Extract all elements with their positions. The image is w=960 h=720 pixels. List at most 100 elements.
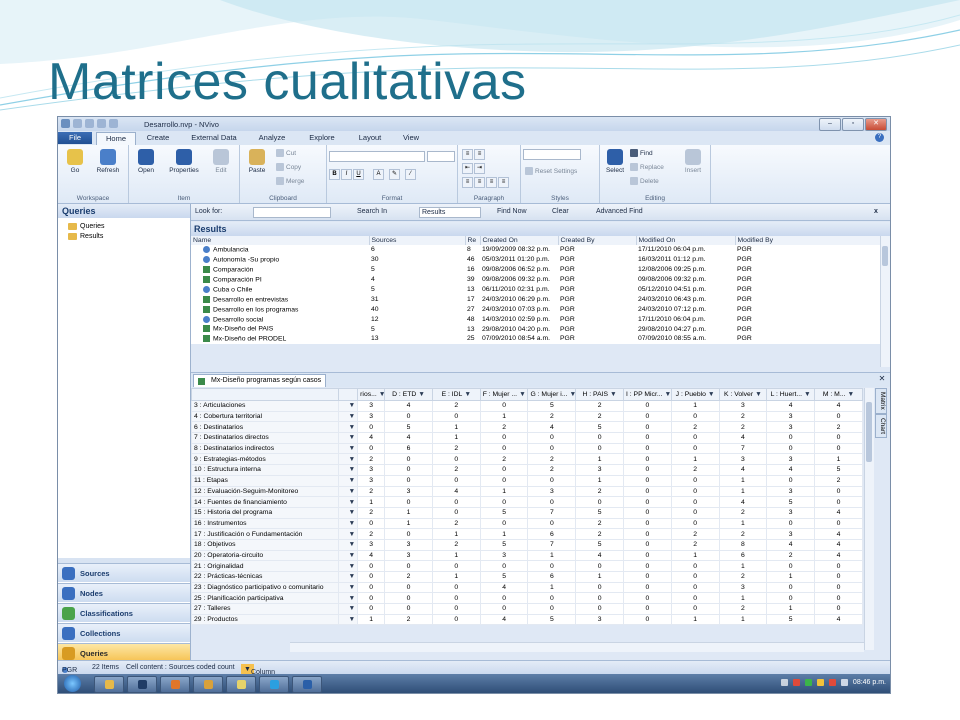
matrix-cell[interactable]: 2 bbox=[357, 485, 386, 498]
matrix-cell[interactable]: 1 bbox=[479, 528, 529, 540]
matrix-cell[interactable]: 3 bbox=[384, 549, 433, 562]
matrix-cell[interactable]: 6 bbox=[527, 571, 577, 583]
scroll-thumb[interactable] bbox=[866, 402, 872, 462]
matrix-cell[interactable]: 0 bbox=[623, 517, 672, 530]
matrix-cell[interactable]: 2 bbox=[814, 421, 863, 434]
matrix-cell[interactable]: 0 bbox=[384, 464, 433, 476]
matrix-cell[interactable]: 2 bbox=[431, 517, 481, 530]
matrix-cell[interactable]: 2 bbox=[384, 613, 433, 626]
edit-button[interactable]: Edit bbox=[209, 149, 233, 174]
matrix-cell[interactable]: 0 bbox=[623, 410, 672, 423]
matrix-cell[interactable]: 3 bbox=[357, 400, 386, 412]
matrix-cell[interactable]: 2 bbox=[527, 453, 577, 466]
matrix-cell[interactable]: 4 bbox=[814, 400, 863, 412]
matrix-cell[interactable]: 0 bbox=[623, 571, 672, 583]
matrix-cell[interactable]: 0 bbox=[670, 581, 720, 594]
matrix-cell[interactable]: 5 bbox=[575, 421, 624, 434]
column-filter-icon[interactable]: ▼ bbox=[569, 391, 574, 398]
matrix-cell[interactable]: 4 bbox=[431, 485, 481, 498]
results-row[interactable]: Ambulancia 6 8 19/09/2009 08:32 p.m. PGR 17/1… bbox=[191, 245, 881, 255]
matrix-cell[interactable]: 4 bbox=[814, 538, 863, 551]
matrix-cell[interactable]: 0 bbox=[431, 474, 481, 487]
indent-increase-icon[interactable]: ⇥ bbox=[474, 163, 485, 174]
matrix-cell[interactable]: 4 bbox=[479, 581, 529, 594]
tab-create[interactable]: Create bbox=[140, 132, 176, 144]
matrix-cell[interactable]: 0 bbox=[623, 400, 672, 412]
row-filter-icon[interactable]: ▼ bbox=[338, 581, 359, 594]
matrix-cell[interactable]: 0 bbox=[623, 485, 672, 498]
matrix-cell[interactable]: 2 bbox=[575, 485, 624, 498]
matrix-cell[interactable]: 2 bbox=[575, 400, 624, 412]
matrix-cell[interactable]: 0 bbox=[431, 410, 481, 423]
matrix-cell[interactable]: 0 bbox=[357, 421, 386, 434]
matrix-cell[interactable]: 0 bbox=[814, 581, 863, 594]
align-left-icon[interactable]: ≡ bbox=[462, 177, 473, 188]
matrix-cell[interactable]: 1 bbox=[384, 506, 433, 519]
row-filter-icon[interactable]: ▼ bbox=[338, 432, 359, 444]
matrix-cell[interactable]: 0 bbox=[431, 506, 481, 519]
matrix-cell[interactable]: 1 bbox=[670, 613, 720, 626]
matrix-cell[interactable]: 1 bbox=[384, 517, 433, 530]
matrix-row[interactable]: 11 : Etapas ▼ 3 0 0 0 0 1 0 0 1 0 2 bbox=[190, 474, 863, 487]
matrix-cell[interactable]: 7 bbox=[527, 538, 577, 551]
matrix-cell[interactable]: 6 bbox=[718, 549, 768, 562]
matrix-cell[interactable]: 1 bbox=[670, 453, 720, 466]
matrix-cell[interactable]: 2 bbox=[575, 528, 624, 540]
matrix-column-header[interactable]: M : M... ▼ bbox=[814, 388, 863, 401]
tab-matrix-query[interactable]: Mx-Diseño programas según casos bbox=[193, 374, 327, 387]
matrix-cell[interactable]: 3 bbox=[766, 453, 816, 466]
matrix-row-label[interactable]: 6 : Destinatarios bbox=[190, 421, 340, 434]
matrix-cell[interactable]: 2 bbox=[670, 464, 720, 476]
matrix-row-label[interactable]: 27 : Talleres bbox=[190, 603, 340, 615]
matrix-cell[interactable]: 4 bbox=[575, 549, 624, 562]
matrix-row[interactable]: 3 : Articulaciones ▼ 3 4 2 0 5 2 0 1 3 4 4 bbox=[190, 400, 863, 412]
results-row[interactable]: Cuba o Chile 5 13 06/11/2010 02:31 p.m. PGR 0… bbox=[191, 285, 881, 295]
matrix-cell[interactable]: 0 bbox=[357, 442, 386, 455]
matrix-cell[interactable]: 0 bbox=[384, 560, 433, 572]
matrix-cell[interactable]: 2 bbox=[431, 464, 481, 476]
matrix-cell[interactable]: 2 bbox=[357, 528, 386, 540]
matrix-row-label[interactable]: 7 : Destinatarios directos bbox=[190, 432, 340, 444]
matrix-cell[interactable]: 0 bbox=[431, 603, 481, 615]
matrix-cell[interactable]: 0 bbox=[670, 517, 720, 530]
align-center-icon[interactable]: ≡ bbox=[474, 177, 485, 188]
column-filter-icon[interactable]: ▼ bbox=[847, 391, 854, 398]
matrix-cell[interactable]: 2 bbox=[527, 410, 577, 423]
matrix-row-label[interactable]: 18 : Objetivos bbox=[190, 538, 340, 551]
matrix-column-header[interactable]: K : Volver ▼ bbox=[718, 388, 768, 401]
column-filter-icon[interactable]: ▼ bbox=[665, 391, 671, 398]
clear-format-icon[interactable]: ⁄ bbox=[405, 169, 416, 180]
taskbar-app-button[interactable] bbox=[193, 676, 223, 693]
matrix-row[interactable]: 15 : Historia del programa ▼ 2 1 0 5 7 5 0 0 2 3 4 bbox=[190, 506, 863, 519]
matrix-cell[interactable]: 0 bbox=[357, 592, 386, 605]
matrix-cell[interactable]: 0 bbox=[623, 432, 672, 444]
matrix-cell[interactable]: 4 bbox=[718, 496, 768, 508]
matrix-cell[interactable]: 5 bbox=[575, 506, 624, 519]
matrix-cell[interactable]: 3 bbox=[357, 474, 386, 487]
tray-arrow-icon[interactable] bbox=[780, 679, 788, 686]
matrix-cell[interactable]: 7 bbox=[527, 506, 577, 519]
matrix-cell[interactable]: 3 bbox=[575, 613, 624, 626]
matrix-cell[interactable]: 3 bbox=[527, 485, 577, 498]
tray-flag-icon[interactable] bbox=[828, 679, 836, 686]
matrix-cell[interactable]: 0 bbox=[357, 517, 386, 530]
row-filter-icon[interactable]: ▼ bbox=[338, 528, 359, 540]
matrix-row[interactable]: 10 : Estructura interna ▼ 3 0 2 0 2 3 0 2 4 4 5 bbox=[190, 464, 863, 476]
matrix-cell[interactable]: 1 bbox=[431, 528, 481, 540]
row-filter-icon[interactable]: ▼ bbox=[338, 549, 359, 562]
matrix-cell[interactable]: 2 bbox=[718, 603, 768, 615]
merge-button[interactable]: Merge bbox=[276, 177, 304, 185]
row-filter-icon[interactable]: ▼ bbox=[338, 464, 359, 476]
font-family-select[interactable] bbox=[329, 151, 425, 162]
matrix-cell[interactable]: 1 bbox=[431, 421, 481, 434]
go-button[interactable]: Go bbox=[64, 149, 86, 174]
matrix-cell[interactable]: 4 bbox=[357, 549, 386, 562]
matrix-row-label[interactable]: 14 : Fuentes de financiamiento bbox=[190, 496, 340, 508]
matrix-cell[interactable]: 1 bbox=[718, 592, 768, 605]
matrix-horizontal-scrollbar[interactable] bbox=[290, 642, 864, 652]
matrix-row[interactable]: 22 : Prácticas-técnicas ▼ 0 2 1 5 6 1 0 0 2 1 0 bbox=[190, 571, 863, 583]
matrix-cell[interactable]: 0 bbox=[357, 603, 386, 615]
tab-layout[interactable]: Layout bbox=[350, 132, 390, 144]
matrix-cell[interactable]: 0 bbox=[623, 442, 672, 455]
row-filter-icon[interactable]: ▼ bbox=[338, 485, 359, 498]
